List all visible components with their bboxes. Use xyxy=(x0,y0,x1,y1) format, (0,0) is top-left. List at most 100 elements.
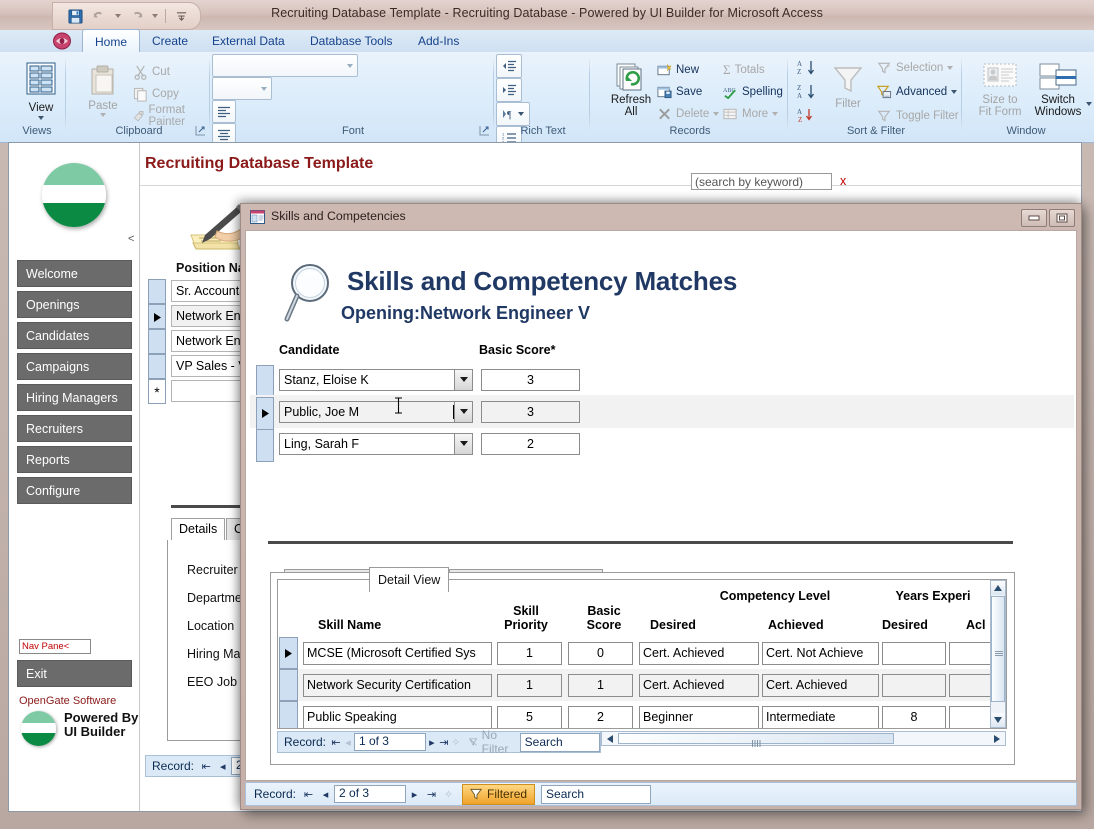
refresh-all-button[interactable]: Refresh All xyxy=(600,60,662,120)
last-record-button[interactable]: ⇥ xyxy=(438,733,450,751)
format-painter-button[interactable]: Format Painter xyxy=(130,104,210,128)
font-size-combo[interactable] xyxy=(212,77,272,100)
tab-home[interactable]: Home xyxy=(82,29,141,54)
sort-ascending-button[interactable]: AZ xyxy=(794,58,820,78)
tab-create[interactable]: Create xyxy=(140,30,200,52)
candidate-row-selector-current[interactable] xyxy=(256,397,274,430)
subtab-detail-view[interactable]: Detail View xyxy=(369,567,450,592)
sort-descending-button[interactable]: ZA xyxy=(794,82,820,102)
cell-competency-desired[interactable]: Cert. Achieved xyxy=(639,674,759,697)
paste-dropdown-icon[interactable] xyxy=(100,113,106,117)
previous-record-button[interactable]: ◂ xyxy=(317,785,334,803)
text-direction-button[interactable]: ¶ xyxy=(496,102,530,126)
row-selector-current[interactable] xyxy=(148,304,166,329)
tab-external-data[interactable]: External Data xyxy=(200,30,297,52)
datasheet-row-selector-current[interactable] xyxy=(279,637,298,669)
chevron-down-icon[interactable] xyxy=(454,370,472,390)
delete-dropdown-icon[interactable] xyxy=(713,112,720,116)
advanced-dropdown-icon[interactable] xyxy=(951,90,958,94)
chevron-down-icon[interactable] xyxy=(454,402,472,422)
row-selector[interactable] xyxy=(148,279,166,304)
candidate-basic-score[interactable]: 2 xyxy=(481,433,580,455)
cut-button[interactable]: Cut xyxy=(130,62,173,82)
sidebar-item-openings[interactable]: Openings xyxy=(17,291,132,318)
cell-competency-desired[interactable]: Cert. Achieved xyxy=(639,642,759,665)
first-record-button[interactable]: ⇤ xyxy=(330,733,342,751)
redo-dropdown-icon[interactable] xyxy=(152,14,158,18)
cell-years-desired[interactable] xyxy=(882,674,946,697)
spelling-button[interactable]: ABC Spelling xyxy=(720,82,786,102)
cell-skill-priority[interactable]: 1 xyxy=(497,674,562,697)
candidate-combo[interactable]: Ling, Sarah F xyxy=(279,433,473,455)
datasheet-row-selector[interactable] xyxy=(279,701,298,728)
selection-button[interactable]: Selection xyxy=(874,58,956,78)
column-header-competency-desired[interactable]: Desired xyxy=(650,618,730,632)
nav-pane-toggle[interactable]: Nav Pane< xyxy=(19,639,91,654)
first-record-button[interactable]: ⇤ xyxy=(300,785,317,803)
sidebar-item-candidates[interactable]: Candidates xyxy=(17,322,132,349)
new-row-selector[interactable]: * xyxy=(148,379,166,404)
dialog-filter-status[interactable]: Filtered xyxy=(462,783,536,805)
tab-database-tools[interactable]: Database Tools xyxy=(298,30,405,52)
font-size-dropdown-icon[interactable] xyxy=(261,86,267,91)
copy-button[interactable]: Copy xyxy=(130,84,182,104)
new-record-button[interactable]: ✧ xyxy=(440,785,457,803)
sidebar-item-recruiters[interactable]: Recruiters xyxy=(17,415,132,442)
last-record-button[interactable]: ⇥ xyxy=(423,785,440,803)
tab-add-ins[interactable]: Add-Ins xyxy=(406,30,471,52)
scroll-right-button[interactable] xyxy=(990,732,1004,745)
cell-years-desired[interactable] xyxy=(882,642,946,665)
new-record-button[interactable]: ✧ xyxy=(450,733,462,751)
sidebar-item-reports[interactable]: Reports xyxy=(17,446,132,473)
datasheet-horizontal-scrollbar[interactable] xyxy=(601,731,1006,747)
column-header-skill-priority[interactable]: Skill Priority xyxy=(491,604,561,632)
filter-button[interactable]: Filter xyxy=(820,62,876,112)
clear-search-button[interactable]: x xyxy=(840,174,846,188)
increase-indent-button[interactable] xyxy=(496,78,522,102)
tab-details[interactable]: Details xyxy=(171,518,226,540)
cell-skill-priority[interactable]: 1 xyxy=(497,642,562,665)
new-record-button[interactable]: New xyxy=(654,60,702,80)
datasheet-scroll-thumb[interactable] xyxy=(991,596,1005,702)
more-dropdown-icon[interactable] xyxy=(772,112,779,116)
datasheet-filter-status[interactable]: No Filter xyxy=(462,728,520,756)
sidebar-collapse-icon[interactable]: < xyxy=(128,233,134,245)
horizontal-scroll-thumb[interactable] xyxy=(618,733,894,747)
scroll-left-button[interactable] xyxy=(603,732,617,745)
cell-skill-name[interactable]: MCSE (Microsoft Certified Sys xyxy=(303,642,492,665)
datasheet-search-input[interactable]: Search xyxy=(519,732,600,752)
save-icon[interactable] xyxy=(67,8,84,25)
dialog-search-input[interactable]: Search xyxy=(541,784,652,804)
scroll-up-button[interactable] xyxy=(991,581,1005,595)
cell-competency-desired[interactable]: Beginner xyxy=(639,706,759,728)
column-header-skill-name[interactable]: Skill Name xyxy=(318,618,468,632)
switch-windows-button[interactable]: Switch Windows xyxy=(1026,60,1092,120)
candidate-combo-focused[interactable]: Public, Joe M xyxy=(279,401,473,423)
dialog-restore-button[interactable] xyxy=(1049,209,1075,227)
datasheet-row-selector[interactable] xyxy=(279,669,298,701)
dialog-record-position[interactable]: 2 of 3 xyxy=(334,785,407,803)
cell-skill-name[interactable]: Public Speaking xyxy=(303,706,492,728)
undo-dropdown-icon[interactable] xyxy=(115,14,121,18)
sidebar-item-welcome[interactable]: Welcome xyxy=(17,260,132,287)
redo-icon[interactable] xyxy=(128,8,145,25)
cell-competency-achieved[interactable]: Cert. Achieved xyxy=(762,674,879,697)
window-restore-button[interactable] xyxy=(1010,4,1036,20)
cell-basic-score[interactable]: 2 xyxy=(568,706,633,728)
cell-competency-achieved[interactable]: Intermediate xyxy=(762,706,879,728)
cell-skill-priority[interactable]: 5 xyxy=(497,706,562,728)
clipboard-dialog-launcher-icon[interactable] xyxy=(195,125,206,136)
paste-button[interactable]: Paste xyxy=(76,62,130,119)
sidebar-item-hiring-managers[interactable]: Hiring Managers xyxy=(17,384,132,411)
more-button[interactable]: More xyxy=(720,104,781,124)
totals-button[interactable]: Σ Totals xyxy=(720,60,768,80)
text-direction-dropdown-icon[interactable] xyxy=(518,112,524,116)
selection-dropdown-icon[interactable] xyxy=(947,66,954,70)
cell-basic-score[interactable]: 0 xyxy=(568,642,633,665)
view-button[interactable]: View xyxy=(15,60,67,122)
next-record-button[interactable]: ▸ xyxy=(426,733,438,751)
row-selector[interactable] xyxy=(148,329,166,354)
window-close-button[interactable] xyxy=(1044,4,1070,20)
delete-record-button[interactable]: Delete xyxy=(654,104,722,124)
candidate-basic-score[interactable]: 3 xyxy=(481,401,580,423)
